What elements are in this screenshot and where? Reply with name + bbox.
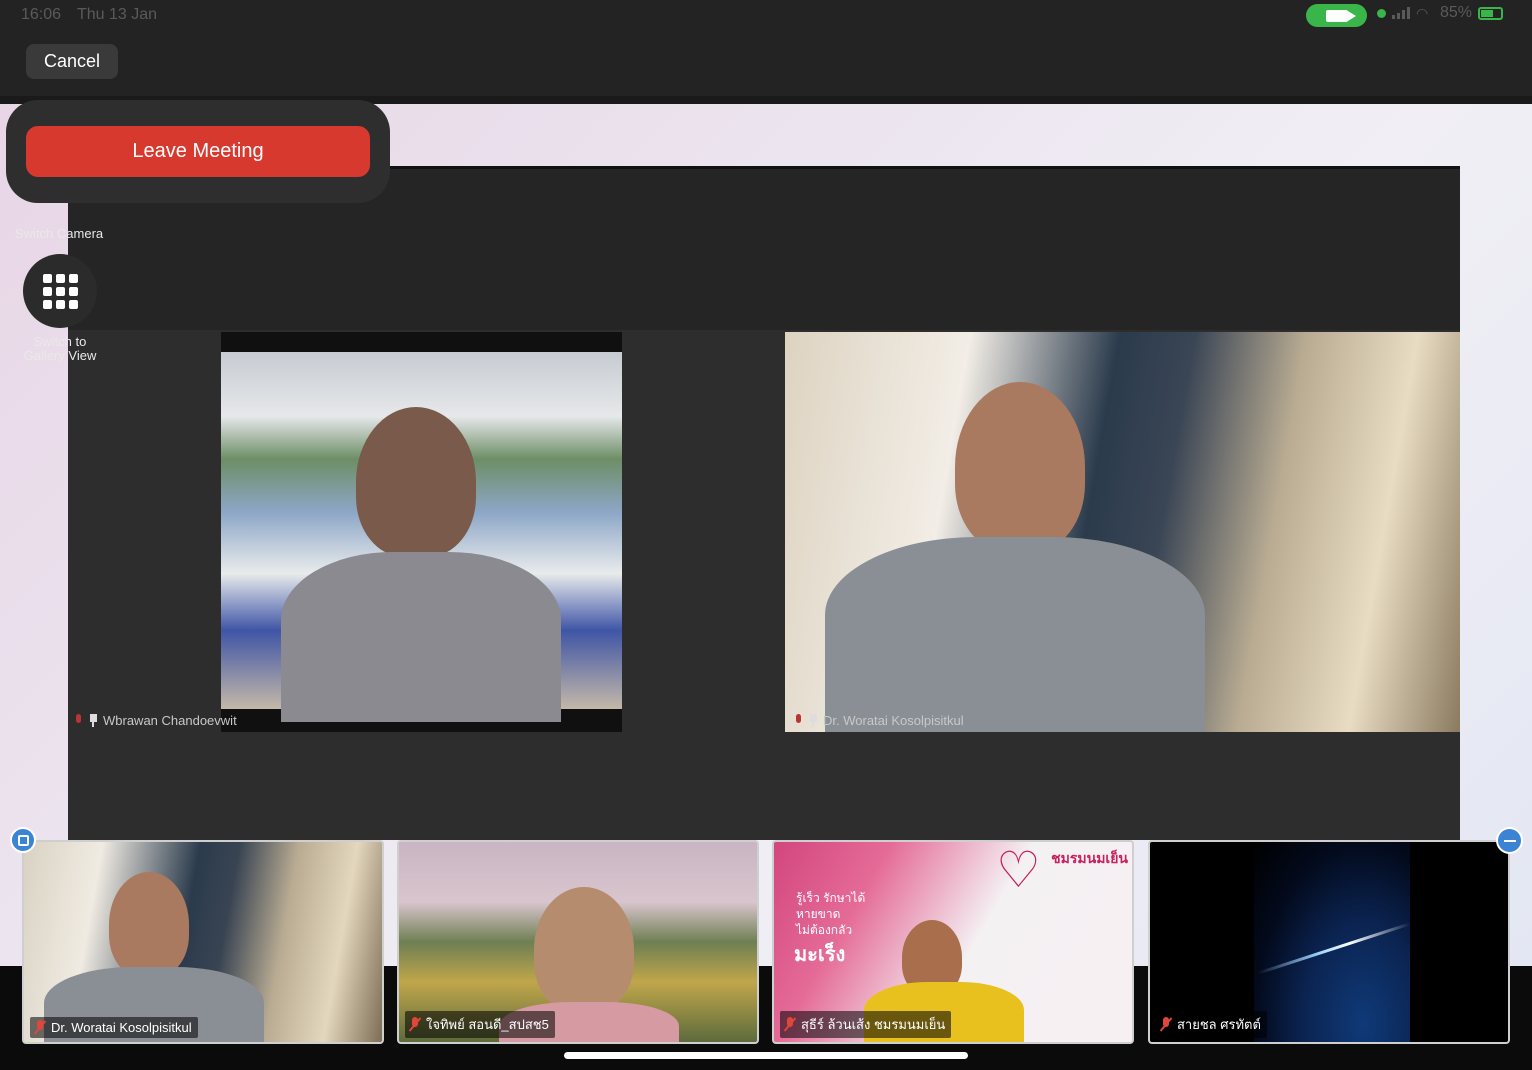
switch-to-gallery-view-button[interactable] xyxy=(23,254,97,328)
poster-text: รู้เร็ว รักษาได้ หายขาด ไม่ต้องกลัว xyxy=(796,891,866,937)
participant-name-label: สุธีร์ ล้วนเส้ง ชมรมนมเย็น xyxy=(780,1011,952,1038)
shared-tile-name-label: Dr. Woratai Kosolpisitkul xyxy=(794,713,964,728)
participant-video xyxy=(221,352,622,722)
participant-thumbnail[interactable]: ♡ ชมรมนมเย็น รู้เร็ว รักษาได้ หายขาด ไม่… xyxy=(772,840,1134,1044)
privacy-dot-icon xyxy=(1377,8,1386,18)
top-bar: 16:06 Thu 13 Jan ◠ 85% Cancel xyxy=(0,0,1532,96)
home-indicator[interactable] xyxy=(564,1052,968,1059)
muted-mic-icon xyxy=(409,1017,421,1032)
muted-mic-icon xyxy=(784,1017,796,1032)
participant-thumbnail[interactable]: Dr. Woratai Kosolpisitkul xyxy=(22,840,384,1044)
picture-in-picture-icon[interactable] xyxy=(10,827,36,853)
battery-percentage: 85% xyxy=(1440,4,1473,21)
shared-tile-name: Dr. Woratai Kosolpisitkul xyxy=(823,713,964,728)
battery-icon xyxy=(1478,6,1504,20)
heart-logo-icon: ♡ xyxy=(996,842,1041,898)
status-indicators: ◠ 85% xyxy=(1377,4,1504,22)
participant-head xyxy=(356,407,476,557)
muted-mic-icon xyxy=(74,714,83,727)
minimize-icon[interactable] xyxy=(1496,827,1523,854)
participant-head xyxy=(534,887,634,1012)
shared-video-tile xyxy=(785,332,1460,732)
wifi-icon: ◠ xyxy=(1416,5,1429,21)
participant-head xyxy=(955,382,1085,552)
gallery-view-label: Switch to Gallery View xyxy=(23,334,97,363)
pin-icon xyxy=(89,714,97,727)
shared-video-tile xyxy=(221,332,622,732)
participant-thumbnail[interactable]: ใจทิพย์ สอนดี_สปสช5 xyxy=(397,840,759,1044)
muted-mic-icon xyxy=(1160,1017,1172,1032)
video-camera-icon xyxy=(1325,9,1356,22)
poster-brand: ชมรมนมเย็น xyxy=(1051,850,1128,866)
participant-name-label: สายชล ศรทัตต์ xyxy=(1156,1011,1267,1038)
status-date: Thu 13 Jan xyxy=(77,6,158,23)
cancel-button[interactable]: Cancel xyxy=(26,44,118,79)
participant-thumbnail[interactable]: สายชล ศรทัตต์ xyxy=(1148,840,1510,1044)
grid-icon xyxy=(42,273,78,309)
participant-head xyxy=(109,872,189,977)
status-time: 16:06 xyxy=(21,6,62,23)
cellular-signal-icon xyxy=(1392,7,1410,19)
shared-tile-name: Wbrawan Chandoevwit xyxy=(103,713,237,728)
shared-tile-name-label: Wbrawan Chandoevwit xyxy=(74,713,237,728)
muted-mic-icon xyxy=(794,714,803,727)
switch-camera-label: Switch Camera xyxy=(15,226,104,241)
earth-background-image xyxy=(1254,842,1410,1042)
participant-name-label: ใจทิพย์ สอนดี_สปสช5 xyxy=(405,1011,555,1038)
pin-icon xyxy=(809,714,817,727)
participant-body xyxy=(825,537,1205,732)
poster-title: มะเร็ง xyxy=(794,944,846,966)
participant-name-label: Dr. Woratai Kosolpisitkul xyxy=(30,1017,198,1038)
camera-in-use-indicator xyxy=(1306,4,1367,27)
leave-meeting-button[interactable]: Leave Meeting xyxy=(26,126,370,177)
muted-mic-icon xyxy=(34,1020,46,1035)
participant-body xyxy=(281,552,561,722)
